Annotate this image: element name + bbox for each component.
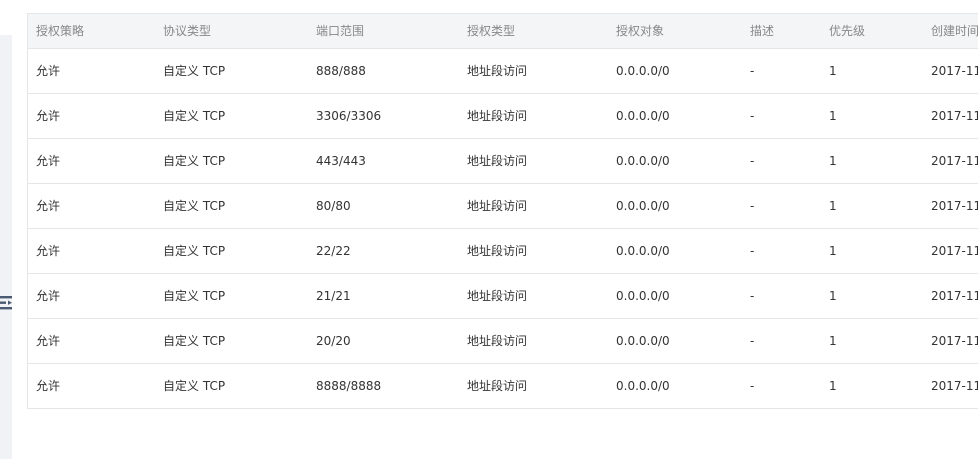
rules-table: 授权策略 协议类型 端口范围 授权类型 授权对象 描述 优先级 创建时间 允许 … xyxy=(28,14,978,409)
cell-created-time: 2017-11 xyxy=(923,363,978,409)
cell-priority: 1 xyxy=(821,138,923,184)
cell-priority: 1 xyxy=(821,273,923,319)
cell-port-range: 8888/8888 xyxy=(308,363,459,409)
cell-auth-object: 0.0.0.0/0 xyxy=(608,363,742,409)
cell-policy: 允许 xyxy=(28,138,155,184)
cell-port-range: 80/80 xyxy=(308,183,459,229)
cell-policy: 允许 xyxy=(28,183,155,229)
cell-protocol: 自定义 TCP xyxy=(155,363,308,409)
cell-priority: 1 xyxy=(821,93,923,139)
cell-policy: 允许 xyxy=(28,273,155,319)
cell-created-time: 2017-11 xyxy=(923,138,978,184)
table-row: 允许 自定义 TCP 3306/3306 地址段访问 0.0.0.0/0 - 1… xyxy=(28,93,978,139)
cell-auth-type: 地址段访问 xyxy=(459,228,608,274)
table-row: 允许 自定义 TCP 80/80 地址段访问 0.0.0.0/0 - 1 201… xyxy=(28,183,978,229)
column-header-created-time: 创建时间 xyxy=(923,14,978,49)
cell-created-time: 2017-11 xyxy=(923,228,978,274)
cell-port-range: 888/888 xyxy=(308,48,459,94)
cell-created-time: 2017-11 xyxy=(923,273,978,319)
cell-created-time: 2017-11 xyxy=(923,48,978,94)
cell-protocol: 自定义 TCP xyxy=(155,273,308,319)
sidebar-toggle-button[interactable] xyxy=(0,293,14,313)
cell-description: - xyxy=(742,228,821,274)
cell-protocol: 自定义 TCP xyxy=(155,228,308,274)
cell-protocol: 自定义 TCP xyxy=(155,48,308,94)
table-row: 允许 自定义 TCP 443/443 地址段访问 0.0.0.0/0 - 1 2… xyxy=(28,138,978,184)
column-header-description: 描述 xyxy=(742,14,821,49)
table-row: 允许 自定义 TCP 21/21 地址段访问 0.0.0.0/0 - 1 201… xyxy=(28,273,978,319)
cell-policy: 允许 xyxy=(28,318,155,364)
cell-auth-object: 0.0.0.0/0 xyxy=(608,183,742,229)
sidebar-toggle-icon xyxy=(0,296,12,310)
cell-port-range: 20/20 xyxy=(308,318,459,364)
cell-auth-type: 地址段访问 xyxy=(459,48,608,94)
column-header-protocol: 协议类型 xyxy=(155,14,308,49)
table-row: 允许 自定义 TCP 8888/8888 地址段访问 0.0.0.0/0 - 1… xyxy=(28,363,978,409)
cell-priority: 1 xyxy=(821,48,923,94)
cell-priority: 1 xyxy=(821,318,923,364)
cell-description: - xyxy=(742,138,821,184)
table-row: 允许 自定义 TCP 888/888 地址段访问 0.0.0.0/0 - 1 2… xyxy=(28,48,978,94)
cell-auth-type: 地址段访问 xyxy=(459,363,608,409)
cell-auth-object: 0.0.0.0/0 xyxy=(608,318,742,364)
cell-port-range: 443/443 xyxy=(308,138,459,184)
cell-auth-object: 0.0.0.0/0 xyxy=(608,273,742,319)
column-header-auth-object: 授权对象 xyxy=(608,14,742,49)
column-header-auth-type: 授权类型 xyxy=(459,14,608,49)
cell-policy: 允许 xyxy=(28,363,155,409)
sidebar-strip xyxy=(0,35,12,459)
cell-auth-type: 地址段访问 xyxy=(459,93,608,139)
cell-description: - xyxy=(742,183,821,229)
cell-policy: 允许 xyxy=(28,228,155,274)
cell-auth-type: 地址段访问 xyxy=(459,138,608,184)
cell-description: - xyxy=(742,273,821,319)
cell-description: - xyxy=(742,363,821,409)
column-header-priority: 优先级 xyxy=(821,14,923,49)
cell-port-range: 22/22 xyxy=(308,228,459,274)
cell-protocol: 自定义 TCP xyxy=(155,93,308,139)
cell-auth-object: 0.0.0.0/0 xyxy=(608,228,742,274)
cell-auth-object: 0.0.0.0/0 xyxy=(608,93,742,139)
table-row: 允许 自定义 TCP 22/22 地址段访问 0.0.0.0/0 - 1 201… xyxy=(28,228,978,274)
table-header-row: 授权策略 协议类型 端口范围 授权类型 授权对象 描述 优先级 创建时间 xyxy=(28,14,978,49)
table-row: 允许 自定义 TCP 20/20 地址段访问 0.0.0.0/0 - 1 201… xyxy=(28,318,978,364)
cell-port-range: 21/21 xyxy=(308,273,459,319)
cell-created-time: 2017-11 xyxy=(923,183,978,229)
cell-description: - xyxy=(742,93,821,139)
security-rules-table: 授权策略 协议类型 端口范围 授权类型 授权对象 描述 优先级 创建时间 允许 … xyxy=(27,13,978,409)
cell-description: - xyxy=(742,48,821,94)
column-header-policy: 授权策略 xyxy=(28,14,155,49)
cell-created-time: 2017-11 xyxy=(923,318,978,364)
cell-priority: 1 xyxy=(821,183,923,229)
cell-protocol: 自定义 TCP xyxy=(155,318,308,364)
column-header-port-range: 端口范围 xyxy=(308,14,459,49)
cell-protocol: 自定义 TCP xyxy=(155,183,308,229)
cell-priority: 1 xyxy=(821,228,923,274)
cell-priority: 1 xyxy=(821,363,923,409)
cell-policy: 允许 xyxy=(28,48,155,94)
cell-description: - xyxy=(742,318,821,364)
cell-created-time: 2017-11 xyxy=(923,93,978,139)
cell-auth-object: 0.0.0.0/0 xyxy=(608,138,742,184)
cell-auth-type: 地址段访问 xyxy=(459,183,608,229)
cell-auth-type: 地址段访问 xyxy=(459,273,608,319)
cell-policy: 允许 xyxy=(28,93,155,139)
cell-protocol: 自定义 TCP xyxy=(155,138,308,184)
cell-auth-type: 地址段访问 xyxy=(459,318,608,364)
cell-port-range: 3306/3306 xyxy=(308,93,459,139)
cell-auth-object: 0.0.0.0/0 xyxy=(608,48,742,94)
